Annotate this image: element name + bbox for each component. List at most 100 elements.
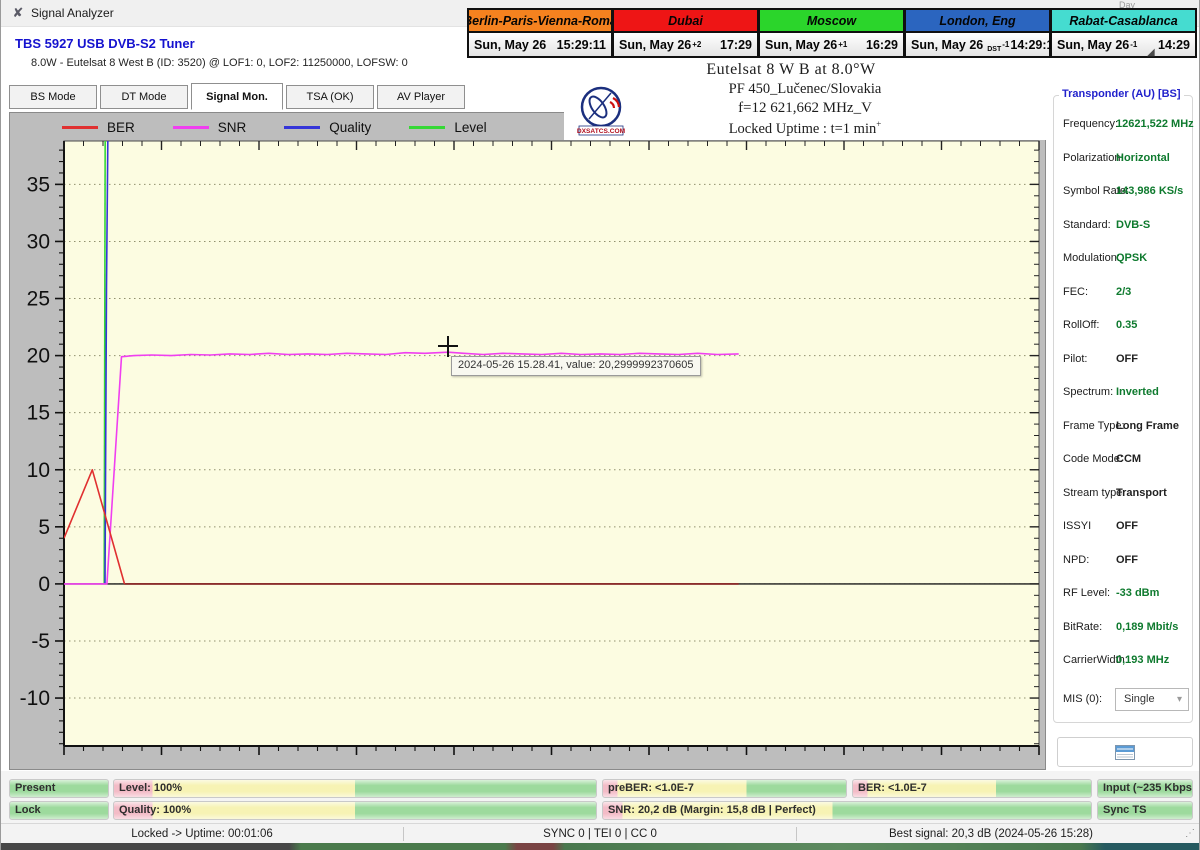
signal-analyzer-window: ✘ Signal Analyzer TBS 5927 USB DVB-S2 Tu…: [0, 0, 1200, 850]
legend-label: Quality: [329, 120, 372, 135]
field-label: NPD:: [1063, 553, 1090, 566]
svg-text:15: 15: [27, 402, 50, 425]
field-label: Frequency:: [1063, 118, 1119, 130]
field-value: -33 dBm: [1116, 587, 1160, 599]
transponder-row-npd-: NPD: OFF: [1063, 554, 1187, 568]
clock-london-eng: London, Eng Sun, May 26 DST -1 14:29:11: [905, 8, 1060, 58]
clock-dubai: Dubai Sun, May 26 +2 17:29: [613, 8, 759, 58]
transponder-row-pilot-: Pilot: OFF: [1063, 353, 1187, 367]
field-value: 143,986 KS/s: [1116, 185, 1184, 197]
transponder-row-code-mode-: Code Mode: CCM: [1063, 453, 1187, 467]
tab-av-player[interactable]: AV Player: [377, 85, 465, 109]
statusbar-sync-counters: SYNC 0 | TEI 0 | CC 0: [543, 827, 657, 840]
chart-legend: BER SNR Quality Level: [62, 120, 487, 135]
svg-text:-10: -10: [20, 687, 50, 710]
svg-text:30: 30: [27, 230, 50, 253]
quality-bar: Quality: 100%: [113, 801, 597, 820]
legend-item-ber: BER: [62, 120, 135, 135]
signal-chart: 35 30 25 20 15 10 5 0 -5 -10: [20, 140, 1040, 755]
tab-signal-mon-[interactable]: Signal Mon.: [191, 83, 283, 110]
clock-moscow: Moscow Sun, May 26 +1 16:29: [759, 8, 905, 58]
world-clock-panel: Berlin-Paris-Vienna-Roma Sun, May 26 15:29…: [467, 8, 1197, 58]
svg-text:20: 20: [27, 345, 50, 368]
transponder-row-rf-level-: RF Level: -33 dBm: [1063, 587, 1187, 601]
transponder-row-stream-type-: Stream type: Transport: [1063, 487, 1187, 501]
field-label: Pilot:: [1063, 352, 1088, 365]
mis-row: MIS (0): Single ▾: [1063, 688, 1189, 711]
field-value: 12621,522 MHz: [1116, 118, 1194, 130]
mode-tabs: BS Mode DT Mode Signal Mon. TSA (OK) AV Play…: [9, 83, 468, 112]
field-value: 0,193 MHz: [1116, 654, 1170, 666]
transponder-row-frequency-: Frequency: 12621,522 MHz: [1063, 118, 1194, 132]
transponder-row-symbol-rate-: Symbol Rate: 143,986 KS/s: [1063, 185, 1187, 199]
clock-resize-grip[interactable]: ◢: [1147, 47, 1155, 58]
tab-dt-mode[interactable]: DT Mode: [100, 85, 188, 109]
legend-swatch: [409, 126, 446, 129]
field-value: OFF: [1116, 553, 1138, 566]
field-value: OFF: [1116, 352, 1138, 365]
transponder-row-rolloff-: RollOff: 0.35: [1063, 319, 1187, 333]
field-value: Horizontal: [1116, 151, 1170, 164]
taskbar-edge: [1, 843, 1199, 850]
present-indicator: Present: [9, 779, 109, 798]
legend-item-quality: Quality: [284, 120, 371, 135]
field-label: ISSYI: [1063, 520, 1092, 532]
sync-ts-bar: Sync TS: [1097, 801, 1193, 820]
transponder-row-spectrum-: Spectrum: Inverted: [1063, 386, 1187, 400]
legend-label: BER: [107, 120, 135, 135]
clock-time: Sun, May 26 DST -1 14:29:11: [906, 33, 1060, 56]
statusbar-uptime: Locked -> Uptime: 00:01:06: [131, 827, 273, 840]
transponder-list-button[interactable]: [1057, 737, 1193, 767]
svg-text:25: 25: [27, 288, 50, 311]
input-bar: Input (~235 Kbps): [1097, 779, 1193, 798]
signal-chart-panel: 35 30 25 20 15 10 5 0 -5 -10 BER SNR Quality Level: [9, 112, 1046, 770]
field-value: OFF: [1116, 520, 1138, 532]
clock-city-label: Berlin-Paris-Vienna-Roma: [469, 10, 611, 33]
legend-swatch: [284, 126, 321, 129]
transponder-row-standard-: Standard: DVB-S: [1063, 219, 1187, 233]
legend-label: SNR: [217, 120, 247, 135]
tuner-name: TBS 5927 USB DVB-S2 Tuner: [15, 36, 195, 51]
clock-time: Sun, May 26 +2 17:29: [614, 33, 757, 56]
clock-city-label: Moscow: [760, 10, 903, 33]
field-value: Long Frame: [1116, 419, 1179, 432]
tab-bs-mode[interactable]: BS Mode: [9, 85, 97, 109]
cursor-crosshair: [438, 345, 458, 347]
svg-text:35: 35: [27, 173, 50, 196]
field-label: Code Mode:: [1063, 453, 1123, 465]
field-value: Inverted: [1116, 386, 1159, 398]
list-icon: [1115, 744, 1135, 760]
transponder-row-polarization-: Polarization: Horizontal: [1063, 152, 1187, 166]
tuner-details: 8.0W - Eutelsat 8 West B (ID: 3520) @ LO…: [31, 57, 408, 69]
field-label: Spectrum:: [1063, 386, 1114, 398]
preber-bar: preBER: <1.0E-7: [602, 779, 847, 798]
lock-indicator: Lock: [9, 801, 109, 820]
transponder-row-bitrate-: BitRate: 0,189 Mbit/s: [1063, 621, 1187, 635]
clock-city-label: London, Eng: [906, 10, 1049, 33]
clock-berlin-paris-vienna-roma: Berlin-Paris-Vienna-Roma Sun, May 26 15:29…: [467, 8, 613, 58]
resize-grip[interactable]: ⋰: [1185, 828, 1199, 839]
mis-label: MIS (0):: [1063, 693, 1103, 705]
clock-city-label: Dubai: [614, 10, 757, 33]
carrier-info-box: DXSATCS.COM PF 450_Lučenec/Slovakia f=12…: [564, 80, 1046, 140]
transponder-row-frame-type-: Frame Type: Long Frame: [1063, 420, 1187, 434]
svg-text:5: 5: [38, 516, 50, 539]
satellite-title: Eutelsat 8 W B at 8.0°W: [706, 61, 876, 78]
site-name: PF 450_Lučenec/Slovakia: [728, 81, 882, 97]
field-value: DVB-S: [1116, 218, 1151, 231]
field-label: RollOff:: [1063, 319, 1100, 331]
tab-tsa-ok-[interactable]: TSA (OK): [286, 85, 374, 109]
mis-dropdown[interactable]: Single ▾: [1115, 688, 1189, 711]
snr-bar: SNR: 20,2 dB (Margin: 15,8 dB | Perfect): [602, 801, 1092, 820]
legend-swatch: [62, 126, 98, 129]
clock-time: Sun, May 26 +1 16:29: [760, 33, 903, 56]
locked-uptime: Locked Uptime : t=1 min+: [728, 119, 882, 137]
svg-text:0: 0: [38, 573, 50, 596]
transponder-group-title: Transponder (AU) [BS]: [1059, 88, 1184, 100]
svg-text:10: 10: [27, 459, 50, 482]
field-value: 0.35: [1116, 319, 1138, 331]
legend-item-level: Level: [409, 120, 487, 135]
field-label: RF Level:: [1063, 587, 1111, 599]
field-value: 2/3: [1116, 285, 1132, 298]
field-value: 0,189 Mbit/s: [1116, 620, 1179, 633]
